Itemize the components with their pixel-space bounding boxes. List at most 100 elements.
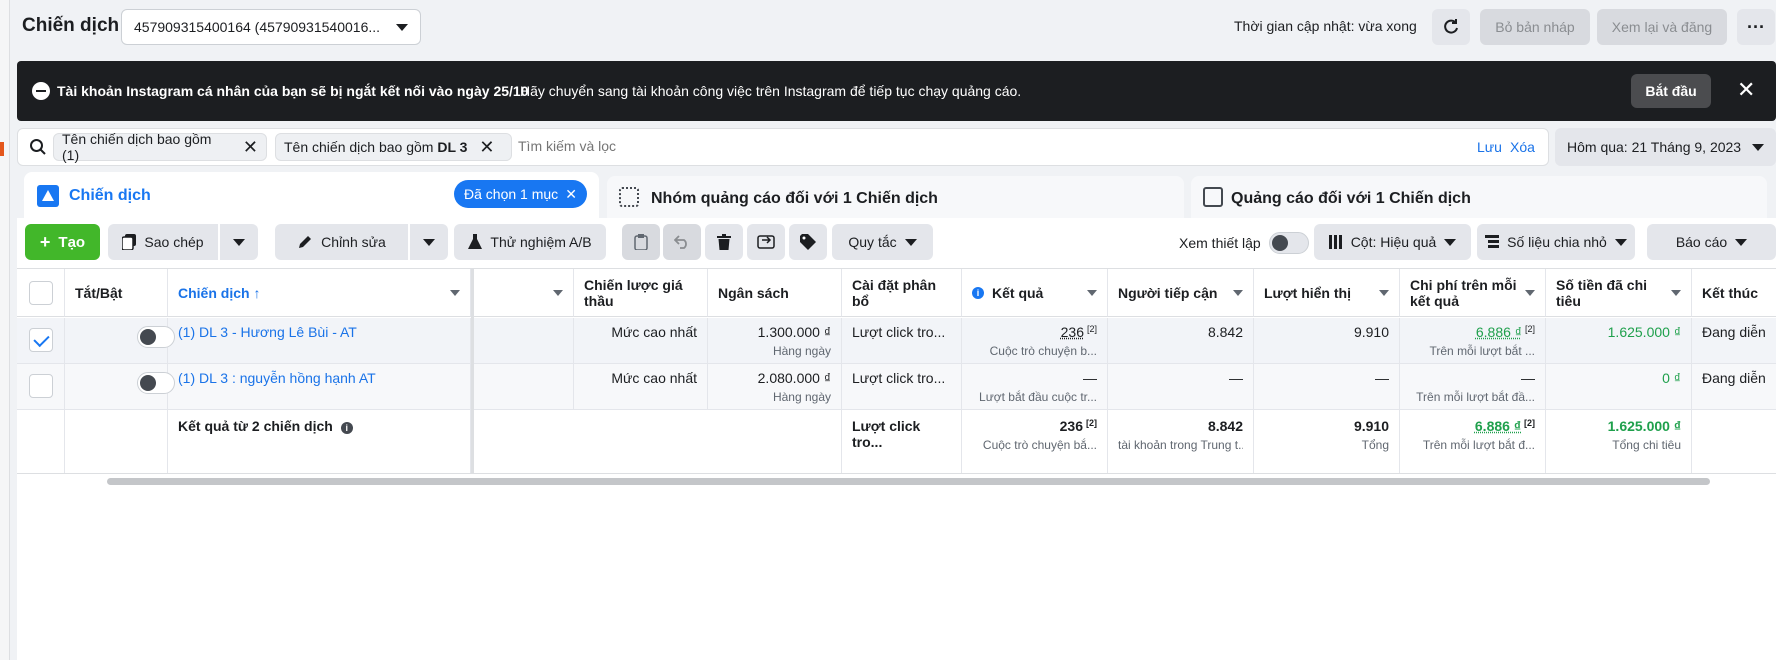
reach-cell: 8.842 [1108,318,1254,363]
close-icon[interactable]: ✕ [479,138,494,156]
discard-drafts-button[interactable]: Bỏ bản nháp [1480,9,1590,45]
cost-per-result-value[interactable]: 6.886 ₫ [1476,324,1522,340]
table-row[interactable]: (1) DL 3 - Hương Lê Bùi - AT Mức cao nhấ… [17,318,1776,364]
move-button[interactable] [747,224,785,260]
horizontal-scrollbar[interactable] [107,478,1710,485]
totals-reach-value: 8.842 [1207,418,1243,434]
trash-icon [717,234,731,250]
chevron-down-icon [233,238,245,246]
undo-button[interactable] [663,224,701,260]
delete-button[interactable] [705,224,743,260]
totals-results-type: Cuộc trò chuyện bắ... [982,438,1097,452]
filter-chip[interactable]: Tên chiến dịch bao gồm (1) ✕ [53,131,267,163]
filter-chip[interactable]: Tên chiến dịch bao gồm DL 3 ✕ [275,133,512,161]
column-header-amount-spent[interactable]: Số tiền đã chi tiêu [1546,269,1692,317]
info-icon[interactable]: i [340,422,353,434]
chevron-down-icon[interactable] [1233,289,1243,296]
tab-ads[interactable]: Quảng cáo đối với 1 Chiến dịch [1191,176,1767,218]
results-type: Cuộc trò chuyện b... [989,344,1097,358]
select-all-checkbox[interactable] [29,281,53,305]
review-publish-button[interactable]: Xem lại và đăng [1597,9,1727,45]
column-header-hidden[interactable] [474,269,574,317]
ends-cell: Đang diễn [1702,324,1766,340]
close-icon[interactable]: ✕ [243,138,258,156]
plus-icon: + [39,231,51,252]
alert-start-button[interactable]: Bắt đầu [1631,74,1711,108]
rules-button[interactable]: Quy tắc [832,224,933,260]
refresh-button[interactable] [1432,9,1470,45]
totals-cost-per-result-value[interactable]: 6.886 ₫ [1475,418,1521,434]
tab-campaigns[interactable]: Chiến dịch Đã chọn 1 mục ✕ [24,172,599,218]
chevron-down-icon [904,238,917,246]
edit-dropdown-button[interactable] [410,224,448,260]
account-selector[interactable]: 457909315400164 (45790931540016... [121,9,421,45]
duplicate-dropdown-button[interactable] [220,224,258,260]
update-time-label: Thời gian cập nhật: vừa xong [1234,18,1417,34]
chevron-down-icon[interactable] [1525,289,1535,296]
campaign-name-link[interactable]: (1) DL 3 : nguyễn hồng hạnh AT [168,364,471,409]
breakdown-button[interactable]: Số liệu chia nhỏ [1477,224,1635,260]
table-row[interactable]: (1) DL 3 : nguyễn hồng hạnh AT Mức cao n… [17,364,1776,410]
close-icon[interactable]: ✕ [1737,78,1755,102]
edit-button[interactable]: Chỉnh sửa [275,224,408,260]
reports-button[interactable]: Báo cáo [1647,224,1776,260]
chevron-down-icon[interactable] [1087,289,1097,296]
row-checkbox[interactable] [29,328,53,352]
column-header-results[interactable]: i Kết quả [962,269,1108,317]
reach-cell: — [1108,364,1254,409]
page-title: Chiến dịch [22,15,120,36]
tab-ad-sets-label: Nhóm quảng cáo đối với 1 Chiến dịch [651,190,938,207]
budget-cell[interactable]: 1.300.000 ₫ Hàng ngày [708,318,842,363]
results-value[interactable]: 236 [1061,324,1084,340]
chevron-down-icon[interactable] [450,289,460,296]
chevron-down-icon[interactable] [553,289,563,296]
totals-amount-spent-cell: 1.625.000 ₫ Tổng chi tiêu [1546,410,1692,473]
column-header-reach[interactable]: Người tiếp cận [1108,269,1254,317]
totals-amount-spent-value: 1.625.000 ₫ [1607,418,1681,434]
toolbar: + Tạo Sao chép Chỉnh sửa Thử nghiệm A/B … [17,218,1776,268]
close-icon[interactable]: ✕ [565,186,577,203]
totals-amount-spent-type: Tổng chi tiêu [1612,438,1681,452]
campaign-icon [37,185,59,207]
column-header-toggle[interactable]: Tắt/Bật [65,269,168,317]
column-header-budget[interactable]: Ngân sách [708,269,842,317]
clear-filter-link[interactable]: Xóa [1510,139,1535,155]
frozen-column-divider[interactable] [471,269,474,474]
column-header-attribution[interactable]: Cài đặt phân bổ [842,269,962,317]
more-options-button[interactable]: ··· [1737,9,1775,45]
tag-button[interactable] [789,224,827,260]
tab-ads-label: Quảng cáo đối với 1 Chiến dịch [1231,190,1471,207]
column-header-campaign[interactable]: Chiến dịch ↑ [168,269,471,317]
selected-count-pill[interactable]: Đã chọn 1 mục ✕ [454,180,587,208]
date-range-label: Hôm qua: 21 Tháng 9, 2023 [1567,139,1742,155]
column-header-ends[interactable]: Kết thúc [1692,269,1776,317]
paste-button[interactable] [622,224,660,260]
create-button-label: Tạo [58,233,86,251]
totals-cost-per-result-footnote: [2] [1524,418,1535,428]
info-icon[interactable]: i [972,286,984,299]
create-button[interactable]: + Tạo [25,224,100,260]
row-checkbox[interactable] [29,374,53,398]
chevron-down-icon[interactable] [1379,289,1389,296]
date-range-picker[interactable]: Hôm qua: 21 Tháng 9, 2023 [1555,128,1776,166]
column-header-impressions-label: Lượt hiển thị [1264,284,1351,301]
view-setup-toggle[interactable] [1269,232,1309,254]
copy-icon [122,234,137,250]
duplicate-button[interactable]: Sao chép [108,224,218,260]
chevron-down-icon[interactable] [1671,289,1681,296]
ab-test-button[interactable]: Thử nghiệm A/B [454,224,606,260]
budget-cell[interactable]: 2.080.000 ₫ Hàng ngày [708,364,842,409]
search-input[interactable] [518,138,1218,154]
column-header-cost-per-result[interactable]: Chi phí trên mỗi kết quả [1400,269,1546,317]
notification-marker [0,142,4,156]
results-cell: — Lượt bắt đầu cuộc tr... [962,364,1108,409]
column-header-impressions[interactable]: Lượt hiển thị [1254,269,1400,317]
tab-ad-sets[interactable]: Nhóm quảng cáo đối với 1 Chiến dịch [607,176,1184,218]
search-filter-bar[interactable]: Tên chiến dịch bao gồm (1) ✕ Tên chiến d… [17,128,1549,166]
save-filter-link[interactable]: Lưu [1477,139,1502,155]
column-header-bid-strategy[interactable]: Chiến lược giá thầu [574,269,708,317]
budget-value: 2.080.000 ₫ [757,370,831,386]
columns-button[interactable]: Cột: Hiệu quả [1314,224,1471,260]
flask-icon [468,234,483,249]
campaign-name-link[interactable]: (1) DL 3 - Hương Lê Bùi - AT [168,318,471,363]
